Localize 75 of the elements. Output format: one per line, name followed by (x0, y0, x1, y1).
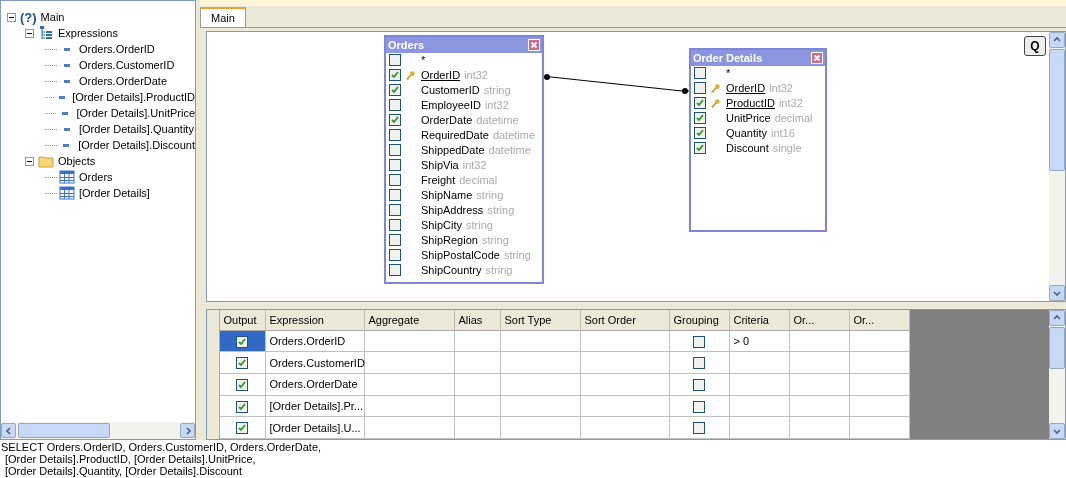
field-type: string (465, 219, 493, 232)
table-cell[interactable]: > 0 (733, 335, 750, 348)
field-type: datetime (476, 114, 519, 127)
tab[interactable]: Main (200, 6, 246, 27)
field-name[interactable]: ShippedDate (421, 144, 485, 157)
field-name[interactable]: ShipCity (421, 219, 462, 232)
sql-text: SELECT Orders.OrderID, Orders.CustomerID, Orders.OrderDate, [Order Details].ProductID, [Order Details].UnitPrice, [Order Details].Quantity, [Order Details].Discount (0, 440, 323, 478)
table-title: Order Details (693, 51, 763, 64)
tree-item[interactable]: Objects (58, 155, 96, 167)
column-header[interactable]: Alias (454, 309, 500, 331)
field-type: decimal (459, 174, 498, 187)
field-name[interactable]: ShipName (421, 189, 473, 202)
field-type: string (485, 264, 513, 277)
column-header[interactable]: Criteria (729, 309, 789, 331)
tree-item[interactable]: Orders.OrderDate (79, 75, 168, 87)
tree-item[interactable]: Expressions (58, 27, 118, 39)
field-type: int32 (464, 69, 488, 82)
table-cell[interactable]: [Order Details].U... (265, 416, 364, 439)
field-type: string (503, 249, 531, 262)
tree-item[interactable]: [Order Details].Quantity (79, 123, 194, 135)
tree-item[interactable]: [Order Details] (79, 187, 150, 199)
field-type: datetime (488, 144, 531, 157)
field-name[interactable]: ShipVia (421, 159, 459, 172)
field-type: string (481, 234, 509, 247)
tree-item[interactable]: [Order Details].Discount (78, 139, 195, 151)
field-type: decimal (774, 112, 813, 125)
field-name[interactable]: * (726, 67, 731, 80)
column-header[interactable]: Or... (849, 309, 909, 331)
field-name[interactable]: Quantity (726, 127, 767, 140)
field-name[interactable]: ShipAddress (421, 204, 484, 217)
field-name[interactable]: Freight (421, 174, 456, 187)
column-header[interactable]: Sort Type (500, 309, 580, 331)
field-type: int16 (770, 127, 795, 140)
field-name[interactable]: EmployeeID (421, 99, 481, 112)
field-name[interactable]: UnitPrice (726, 112, 771, 125)
field-name[interactable]: ShipCountry (421, 264, 482, 277)
tree-item[interactable]: [Order Details].UnitPrice (76, 107, 195, 119)
table-cell[interactable]: [Order Details].Pr... (265, 395, 364, 417)
field-name[interactable]: RequiredDate (421, 129, 489, 142)
question-icon: (?) (20, 9, 37, 25)
table-cell[interactable]: Orders.OrderDate (265, 373, 364, 396)
field-name[interactable]: * (421, 54, 426, 67)
column-header[interactable]: Or... (789, 309, 849, 331)
column-header[interactable]: Sort Order (580, 309, 669, 331)
tree-item[interactable]: Orders.OrderID (79, 43, 155, 55)
column-header[interactable]: Grouping (669, 309, 729, 331)
field-name[interactable]: OrderID (421, 69, 461, 82)
table-title: Orders (388, 38, 425, 51)
column-header[interactable]: Aggregate (364, 309, 454, 331)
field-type: int32 (484, 99, 509, 112)
field-type: single (772, 142, 802, 155)
field-name[interactable]: Discount (726, 142, 769, 155)
table-cell[interactable]: Orders.OrderID (265, 330, 364, 352)
column-header[interactable]: Expression (265, 309, 364, 331)
tree-item[interactable]: Main (40, 11, 65, 23)
field-type: int32 (462, 159, 487, 172)
column-header[interactable]: Output (219, 309, 265, 331)
table-window[interactable]: Order Details * OrderID int32 ProductID int32 UnitPrice decimal Quantity int16 Discount single (689, 47, 827, 232)
table-cell[interactable]: Orders.CustomerID (265, 351, 364, 374)
field-type: string (476, 189, 504, 202)
query-button[interactable]: Q (1024, 35, 1046, 56)
field-name[interactable]: ShipRegion (421, 234, 478, 247)
field-name[interactable]: OrderID (726, 82, 766, 95)
field-name[interactable]: OrderDate (421, 114, 473, 127)
tree-item[interactable]: Orders.CustomerID (79, 59, 175, 71)
field-type: string (483, 84, 511, 97)
field-type: datetime (492, 129, 536, 142)
field-type: string (487, 204, 515, 217)
field-type: int32 (769, 82, 793, 95)
field-type: int32 (778, 97, 803, 110)
field-name[interactable]: ProductID (726, 97, 775, 110)
field-name[interactable]: CustomerID (421, 84, 480, 97)
tree-item[interactable]: Orders (79, 171, 113, 183)
field-name[interactable]: ShipPostalCode (421, 249, 500, 262)
tree-item[interactable]: [Order Details].ProductID (72, 91, 195, 103)
